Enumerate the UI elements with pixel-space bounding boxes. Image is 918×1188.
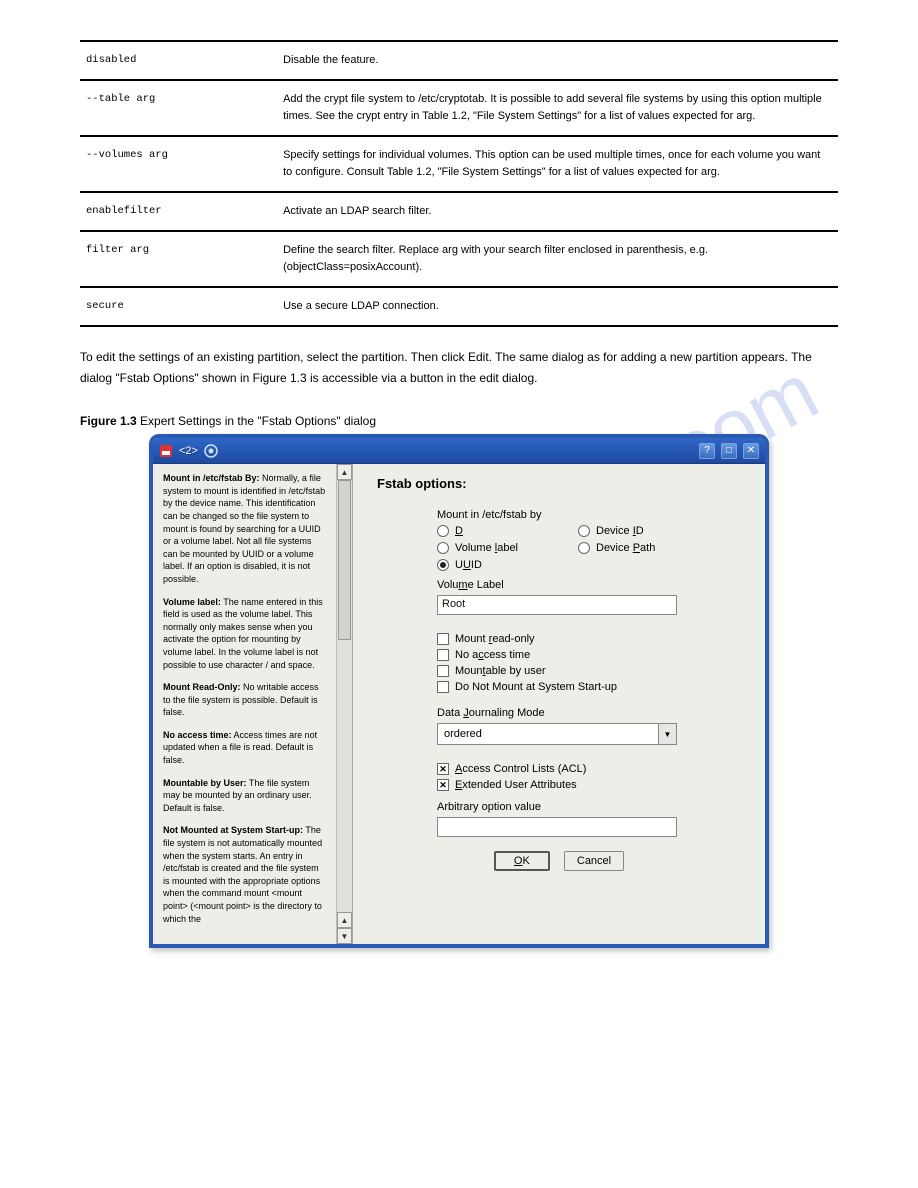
table-cell-desc: Specify settings for individual volumes.… — [277, 136, 838, 192]
help-text: The name entered in this field is used a… — [163, 597, 323, 670]
radio-icon — [578, 525, 590, 537]
table-cell-desc: Add the crypt file system to /etc/crypto… — [277, 80, 838, 136]
radio-icon — [437, 525, 449, 537]
check-mount-readonly[interactable]: Mount read-only — [437, 633, 741, 645]
checkbox-icon — [437, 665, 449, 677]
cancel-button[interactable]: Cancel — [564, 851, 624, 871]
table-cell-opt: secure — [80, 287, 277, 326]
radio-icon — [437, 542, 449, 554]
check-extended-attrs[interactable]: ✕ Extended User Attributes — [437, 779, 741, 791]
checkbox-icon: ✕ — [437, 763, 449, 775]
journaling-mode-select[interactable]: ordered ▼ — [437, 723, 677, 745]
table-cell-opt: --volumes arg — [80, 136, 277, 192]
check-no-mount-startup[interactable]: Do Not Mount at System Start-up — [437, 681, 741, 693]
scroll-thumb[interactable] — [338, 480, 351, 640]
help-button[interactable]: ? — [699, 443, 715, 459]
help-text: Normally, a file system to mount is iden… — [163, 473, 325, 584]
table-row: secure Use a secure LDAP connection. — [80, 287, 838, 326]
help-panel: Mount in /etc/fstab By: Normally, a file… — [153, 464, 353, 944]
select-value: ordered — [444, 728, 482, 740]
table-cell-opt: filter arg — [80, 231, 277, 287]
figure-caption: Figure 1.3 Expert Settings in the "Fstab… — [80, 414, 838, 428]
volume-label-input[interactable]: Root — [437, 595, 677, 615]
options-table: disabled Disable the feature. --table ar… — [80, 40, 838, 327]
radio-volume-label[interactable]: Volume label — [437, 542, 518, 554]
scroll-up-alt-icon[interactable]: ▲ — [337, 912, 352, 928]
help-heading: Mountable by User: — [163, 778, 247, 788]
scroll-up-icon[interactable]: ▲ — [337, 464, 352, 480]
dialog-heading: Fstab options: — [377, 476, 741, 491]
radio-uuid[interactable]: UUID — [437, 559, 518, 571]
radio-icon — [437, 559, 449, 571]
arbitrary-option-label: Arbitrary option value — [437, 801, 741, 813]
table-cell-desc: Disable the feature. — [277, 41, 838, 80]
window-title: <2> — [179, 445, 198, 457]
table-cell-opt: disabled — [80, 41, 277, 80]
help-heading: Volume label: — [163, 597, 221, 607]
titlebar: <2> ? □ ✕ — [153, 438, 765, 464]
radio-device-name[interactable]: D — [437, 525, 518, 537]
document-page: disabled Disable the feature. --table ar… — [80, 40, 838, 948]
volume-label-label: Volume Label — [437, 579, 741, 591]
table-cell-desc: Activate an LDAP search filter. — [277, 192, 838, 231]
suse-icon — [204, 444, 218, 458]
checkbox-icon — [437, 649, 449, 661]
help-scrollbar[interactable]: ▲ ▲ ▼ — [336, 464, 352, 944]
table-row: --volumes arg Specify settings for indiv… — [80, 136, 838, 192]
table-cell-opt: enablefilter — [80, 192, 277, 231]
check-mountable-by-user[interactable]: Mountable by user — [437, 665, 741, 677]
scroll-down-icon[interactable]: ▼ — [337, 928, 352, 944]
mount-by-label: Mount in /etc/fstab by — [437, 509, 741, 521]
radio-device-id[interactable]: Device ID — [578, 525, 655, 537]
checkbox-icon — [437, 633, 449, 645]
table-row: enablefilter Activate an LDAP search fil… — [80, 192, 838, 231]
maximize-button[interactable]: □ — [721, 443, 737, 459]
table-cell-desc: Define the search filter. Replace arg wi… — [277, 231, 838, 287]
arbitrary-option-input[interactable] — [437, 817, 677, 837]
help-heading: No access time: — [163, 730, 232, 740]
app-icon — [159, 444, 173, 458]
help-heading: Mount in /etc/fstab By: — [163, 473, 260, 483]
journaling-label: Data Journaling Mode — [437, 707, 741, 719]
help-heading: Not Mounted at System Start-up: — [163, 825, 303, 835]
table-row: disabled Disable the feature. — [80, 41, 838, 80]
figure-caption-rest: Expert Settings in the "Fstab Options" d… — [137, 414, 376, 428]
chevron-down-icon: ▼ — [658, 724, 676, 744]
checkbox-icon: ✕ — [437, 779, 449, 791]
table-row: --table arg Add the crypt file system to… — [80, 80, 838, 136]
radio-icon — [578, 542, 590, 554]
help-heading: Mount Read-Only: — [163, 682, 241, 692]
fstab-options-dialog: <2> ? □ ✕ Mount in /etc/fstab By: Normal… — [149, 434, 769, 948]
close-button[interactable]: ✕ — [743, 443, 759, 459]
form-panel: Fstab options: Mount in /etc/fstab by D … — [353, 464, 765, 944]
table-cell-desc: Use a secure LDAP connection. — [277, 287, 838, 326]
table-row: filter arg Define the search filter. Rep… — [80, 231, 838, 287]
body-paragraph: To edit the settings of an existing part… — [80, 347, 838, 388]
ok-button[interactable]: OK — [494, 851, 550, 871]
check-no-access-time[interactable]: No access time — [437, 649, 741, 661]
check-acl[interactable]: ✕ Access Control Lists (ACL) — [437, 763, 741, 775]
help-text: The file system is not automatically mou… — [163, 825, 322, 923]
checkbox-icon — [437, 681, 449, 693]
figure-number: Figure 1.3 — [80, 414, 137, 428]
table-cell-opt: --table arg — [80, 80, 277, 136]
radio-device-path[interactable]: Device Path — [578, 542, 655, 554]
